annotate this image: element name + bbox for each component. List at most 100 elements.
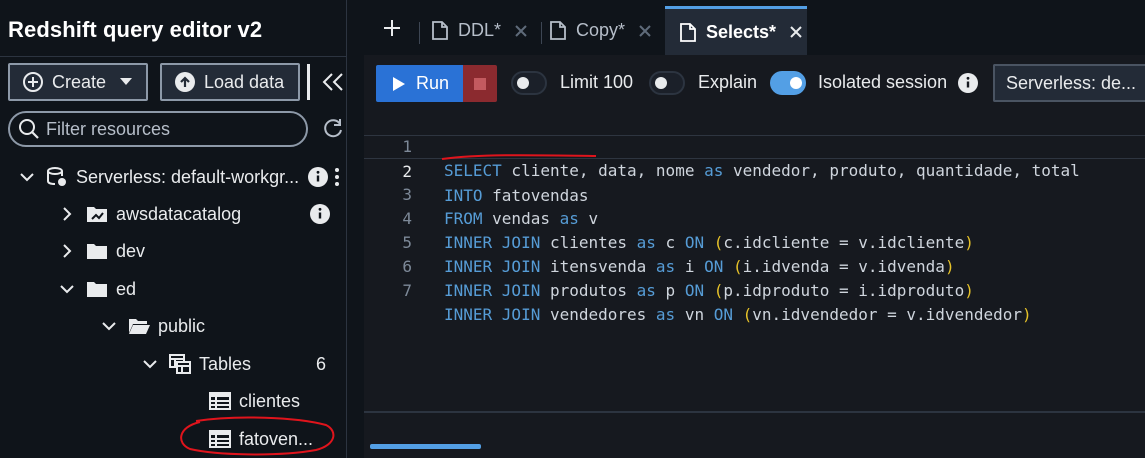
workgroup-select-value: Serverless: de... [1006, 72, 1137, 93]
line-number: 7 [402, 281, 412, 300]
tab-ddl[interactable]: DDL* [432, 6, 540, 55]
tree-label-awsdatacatalog: awsdatacatalog [116, 203, 242, 224]
folder-icon [87, 244, 107, 259]
results-divider[interactable] [364, 411, 1145, 413]
tree-item-public[interactable]: public [102, 313, 205, 339]
info-icon[interactable] [308, 167, 328, 187]
tree-label-workgroup: Serverless: default-workgr... [76, 166, 300, 187]
horizontal-scroll-track [364, 451, 1145, 458]
chevron-right-icon [63, 244, 72, 258]
filter-resources-field[interactable] [8, 111, 308, 147]
code-text: INNER JOIN vendedores as vn ON (vn.idven… [444, 305, 1032, 324]
code-line-current[interactable]: 2 INTO fatovendas [364, 135, 1145, 205]
tables-group-icon [169, 354, 191, 374]
tab-selects[interactable]: Selects* [665, 6, 807, 55]
tree-item-table-clientes[interactable]: clientes [209, 388, 300, 414]
refresh-icon[interactable] [322, 117, 344, 139]
code-editor[interactable]: 1 SELECT cliente, data, nome as vendedor… [364, 111, 1145, 411]
upload-icon [175, 72, 195, 92]
close-icon[interactable] [790, 26, 802, 38]
collapse-panel-icon[interactable] [320, 70, 346, 94]
editor-panel: DDL* Copy* Selects* Run Limit 100 Explai… [364, 0, 1145, 458]
tree-label-dev: dev [116, 240, 146, 261]
stop-icon [474, 77, 486, 90]
tab-label: Selects* [706, 21, 777, 42]
code-line[interactable]: 3 FROM vendas as v [364, 159, 1145, 228]
info-icon[interactable] [958, 73, 978, 93]
explain-toggle[interactable] [649, 71, 685, 95]
sidebar: Redshift query editor v2 Create Load dat… [0, 0, 346, 458]
tree-item-table-fatovendas[interactable]: fatoven... [209, 426, 313, 452]
code-line[interactable]: 5 INNER JOIN itensvenda as i ON (i.idven… [364, 207, 1145, 276]
play-icon [393, 76, 405, 91]
tab-copy[interactable]: Copy* [550, 6, 660, 55]
code-line[interactable]: 7 INNER JOIN vendedores as vn ON (vn.idv… [364, 255, 1145, 324]
app-title: Redshift query editor v2 [8, 17, 263, 42]
plus-circle-icon [23, 72, 43, 92]
workgroup-select[interactable]: Serverless: de... [993, 64, 1145, 102]
tree-item-ed[interactable]: ed [60, 276, 136, 302]
close-icon[interactable] [515, 24, 527, 37]
load-data-button[interactable]: Load data [160, 63, 300, 101]
tree-label-public: public [158, 315, 206, 336]
tab-label: Copy* [576, 20, 626, 40]
chevron-down-icon [143, 360, 157, 369]
table-icon [209, 392, 231, 410]
database-cluster-icon [47, 167, 66, 186]
search-icon [19, 119, 39, 139]
tree-label-table: clientes [239, 390, 301, 411]
file-icon [432, 21, 448, 40]
info-icon[interactable] [310, 204, 330, 224]
chevron-down-icon [60, 285, 74, 294]
chevron-right-icon [63, 207, 72, 221]
table-icon [209, 430, 231, 448]
tree-item-tables[interactable]: Tables [143, 351, 251, 377]
tables-count: 6 [316, 354, 327, 374]
load-data-label: Load data [204, 71, 285, 92]
file-icon [550, 21, 566, 40]
run-button[interactable]: Run [376, 65, 463, 102]
filter-resources-input[interactable] [46, 118, 286, 140]
editor-toolbar: Run Limit 100 Explain Isolated session S… [364, 55, 1145, 111]
caret-down-icon [120, 78, 133, 85]
collapse-separator [307, 64, 310, 100]
explain-label: Explain [698, 72, 758, 92]
horizontal-scrollbar[interactable] [370, 444, 481, 449]
tree-label-table: fatoven... [239, 428, 314, 449]
tab-separator [541, 22, 542, 44]
close-icon[interactable] [639, 24, 651, 37]
toggle-knob [517, 77, 529, 89]
divider [0, 56, 346, 57]
toggle-knob [790, 77, 802, 89]
tree-item-awsdatacatalog[interactable]: awsdatacatalog [60, 201, 241, 227]
limit-label: Limit 100 [560, 72, 634, 92]
isolated-session-label: Isolated session [818, 72, 948, 92]
code-text: INNER JOIN produtos as p ON (p.idproduto… [444, 281, 974, 300]
create-button[interactable]: Create [8, 63, 148, 101]
run-button-label: Run [416, 73, 450, 93]
add-tab-icon[interactable] [382, 18, 402, 38]
stop-button[interactable] [463, 65, 497, 102]
toggle-knob [655, 77, 667, 89]
folder-icon [87, 282, 107, 297]
code-line[interactable]: 4 INNER JOIN clientes as c ON (c.idclien… [364, 183, 1145, 252]
tab-bar: DDL* Copy* Selects* [364, 0, 1145, 55]
code-line[interactable]: 1 SELECT cliente, data, nome as vendedor… [364, 111, 1145, 180]
tree-item-workgroup[interactable]: Serverless: default-workgr... [20, 164, 299, 190]
chevron-down-icon [20, 173, 34, 182]
limit-toggle[interactable] [511, 71, 547, 95]
tab-label: DDL* [458, 20, 502, 40]
create-button-label: Create [52, 71, 107, 92]
folder-open-icon [129, 319, 150, 334]
sidebar-scrollbar[interactable] [355, 0, 364, 458]
more-options-icon[interactable] [334, 167, 340, 187]
tree-label-ed: ed [116, 278, 137, 299]
catalog-folder-icon [87, 207, 107, 222]
tree-label-tables: Tables [199, 353, 252, 374]
file-icon [680, 22, 696, 42]
isolated-session-toggle[interactable] [770, 71, 806, 95]
code-line[interactable]: 6 INNER JOIN produtos as p ON (p.idprodu… [364, 231, 1145, 300]
tree-item-dev[interactable]: dev [60, 238, 145, 264]
tab-separator [419, 22, 420, 44]
sidebar-edge [346, 0, 347, 458]
